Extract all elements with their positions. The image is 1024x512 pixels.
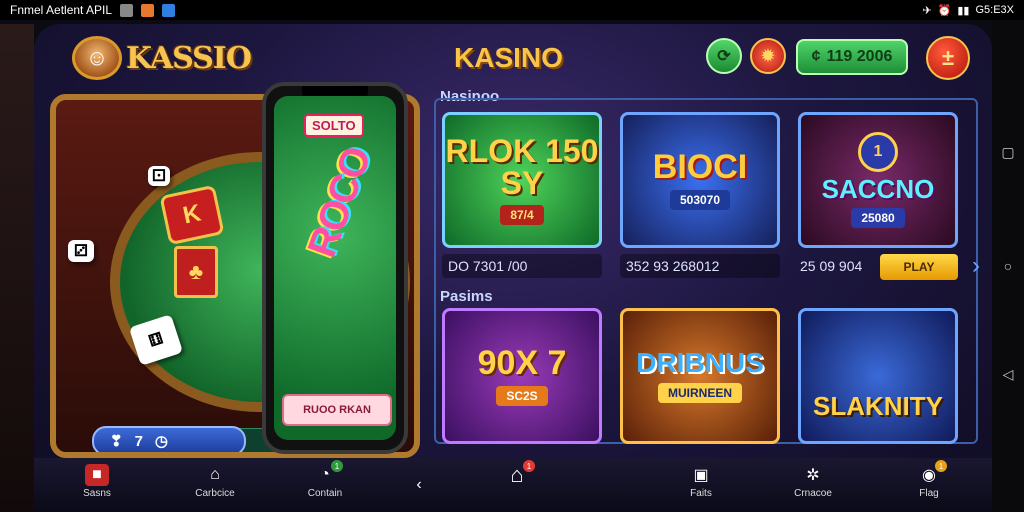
mascot-face-icon: ☺ [72,36,122,80]
nav-badge: 1 [331,460,343,472]
app-icon [141,3,155,17]
recents-icon[interactable]: ▢ [1000,144,1016,160]
card-sub: 25080 [851,208,905,228]
chat-icon: ◔ 1 [313,460,343,486]
game-card[interactable]: 1 SACCNO 25080 [798,112,958,248]
nav-label: Carbcice [195,488,235,499]
nav-item-home[interactable]: ⌂ 1 [482,460,552,487]
nav-label: Flag [919,488,939,499]
status-time: G5:E3X [975,4,1014,16]
card-meta: DO 7301 /00 [448,258,528,274]
game-card[interactable]: SLAKNITY [798,308,958,444]
card-sub: SC2S [496,386,548,406]
table-pill[interactable]: ❣ 7 ◷ [92,426,246,452]
home-icon: ⌂ [210,466,220,483]
nav-item-carbcice[interactable]: ⌂ Carbcice [180,464,250,499]
status-app-text: Fnmel Aetlent APIL [10,3,113,17]
menu-button[interactable]: ± [926,36,970,80]
controller-icon: ◉ 1 [917,460,947,486]
card-title: SLAKNITY [813,391,943,421]
nav-badge: 1 [935,460,947,472]
game-card[interactable]: BIOCI 503070 [620,112,780,248]
card-sub: 503070 [669,190,731,210]
coin-balance[interactable]: ¢ 119 2006 [796,39,908,75]
card-meta: 352 93 268012 [626,258,720,274]
back-arrow-icon: ‹ [416,476,422,493]
card-meta: 25 09 904 [800,258,863,274]
nav-item-contain[interactable]: ◔ 1 Contain [290,460,360,499]
phone-logo: ROCO [299,142,380,263]
card-title: SACCNO [821,174,935,204]
card-badge: 1 [858,132,898,172]
home-circle-icon[interactable]: ○ [1000,258,1016,274]
card-sub: MUIRNEEN [657,383,742,403]
refresh-button[interactable]: ⟳ [706,38,742,74]
nav-item-flag[interactable]: ◉ 1 Flag [894,460,964,499]
card-title: DRIBNUS [636,347,764,378]
gear-icon: ✹ [761,48,775,65]
nav-label: Faits [690,488,712,499]
status-left: Fnmel Aetlent APIL [10,3,176,17]
clock-icon: ◷ [154,433,169,450]
section-label-bottom: Pasims [440,288,493,305]
small-die-icon: ⚀ [148,166,170,186]
game-card[interactable]: 90X 7 SC2S [442,308,602,444]
coin-value: 119 2006 [826,48,893,65]
nav-item-faits[interactable]: ▣ Faits [666,464,736,499]
nav-badge: 1 [523,460,535,472]
table-pill-count: 7 [134,432,143,450]
nav-label: Sasns [83,488,111,499]
heart-icon: ❣ [110,433,123,450]
phone-mockup: SOLTO ROCO RUOO RKAN [262,82,408,454]
casino-app: ☺ KASSIO KASINO ⟳ ✹ ¢ 119 2006 ± K ♣ ⚅ ⚂… [34,24,992,512]
status-bar: Fnmel Aetlent APIL ✈ ⏰ ▮▮ G5:E3X [0,0,1024,20]
small-die-icon: ⚂ [68,240,94,262]
gear-icon: ✲ [806,467,820,484]
felt-card-icon: ♣ [174,246,218,298]
nav-item-back[interactable]: ‹ [384,464,454,496]
nav-item-crnacoe[interactable]: ✲ Crnacoe [778,464,848,499]
notification-icon [120,3,134,17]
status-right: ✈ ⏰ ▮▮ G5:E3X [922,4,1014,17]
coin-icon: ¢ [811,48,821,65]
nav-label: Contain [307,488,343,499]
wifi-icon: ✈ [922,4,932,17]
bottom-nav: ■ Sasns ⌂ Carbcice ◔ 1 Contain ‹ ⌂ 1 ▣ Fai… [34,458,992,512]
alarm-icon: ⏰ [937,4,952,17]
house-icon: ⌂ 1 [505,460,535,487]
game-card[interactable]: DRIBNUS MUIRNEEN [620,308,780,444]
back-icon[interactable]: ◁ [1000,366,1016,382]
signal-icon: ▮▮ [957,4,970,17]
nav-item-sasns[interactable]: ■ Sasns [62,464,132,499]
chevron-right-icon[interactable]: › [972,252,980,280]
play-button[interactable]: PLAY [880,254,958,280]
settings-button[interactable]: ✹ [750,38,786,74]
left-wallpaper [0,24,34,512]
nav-label: Crnacoe [794,488,832,499]
app-logo: ☺ KASSIO [72,36,252,80]
page-title: KASINO [454,42,563,73]
card-title: RLOK 150 SY [445,133,599,201]
plus-icon: ± [941,45,955,70]
card-sub: 87/4 [500,205,544,225]
logo-text: KASSIO [126,40,252,76]
card-title: 90X 7 [477,344,567,382]
system-nav-rail: ▢ ○ ◁ [992,20,1024,512]
shield-icon [162,3,176,17]
gift-icon: ■ [85,464,109,486]
game-card[interactable]: RLOK 150 SY 87/4 [442,112,602,248]
refresh-icon: ⟳ [717,48,731,65]
bag-icon: ▣ [693,467,709,484]
phone-button[interactable]: RUOO RKAN [282,394,392,426]
card-title: BIOCI [652,148,748,186]
phone-screen: SOLTO ROCO RUOO RKAN [274,96,396,440]
phone-tag: SOLTO [304,114,364,137]
